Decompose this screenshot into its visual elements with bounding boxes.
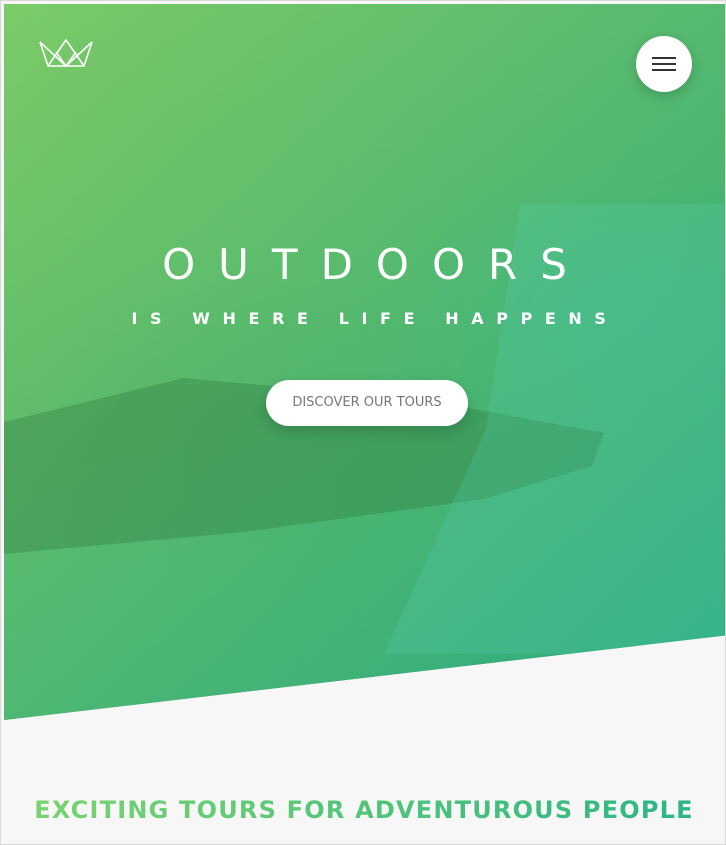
page: OUTDOORS IS WHERE LIFE HAPPENS DISCOVER … bbox=[0, 0, 726, 845]
hamburger-menu-icon bbox=[652, 57, 676, 59]
hero-title: OUTDOORS bbox=[162, 240, 590, 289]
hamburger-menu-icon bbox=[652, 69, 676, 71]
menu-button[interactable] bbox=[636, 36, 692, 92]
hero-subtitle: IS WHERE LIFE HAPPENS bbox=[131, 309, 619, 328]
discover-tours-button[interactable]: DISCOVER OUR TOURS bbox=[266, 380, 468, 426]
hero-section: OUTDOORS IS WHERE LIFE HAPPENS DISCOVER … bbox=[4, 4, 725, 720]
about-heading: EXCITING TOURS FOR ADVENTUROUS PEOPLE bbox=[1, 796, 725, 824]
hamburger-menu-icon bbox=[652, 63, 676, 65]
crown-logo-icon[interactable] bbox=[38, 38, 94, 68]
